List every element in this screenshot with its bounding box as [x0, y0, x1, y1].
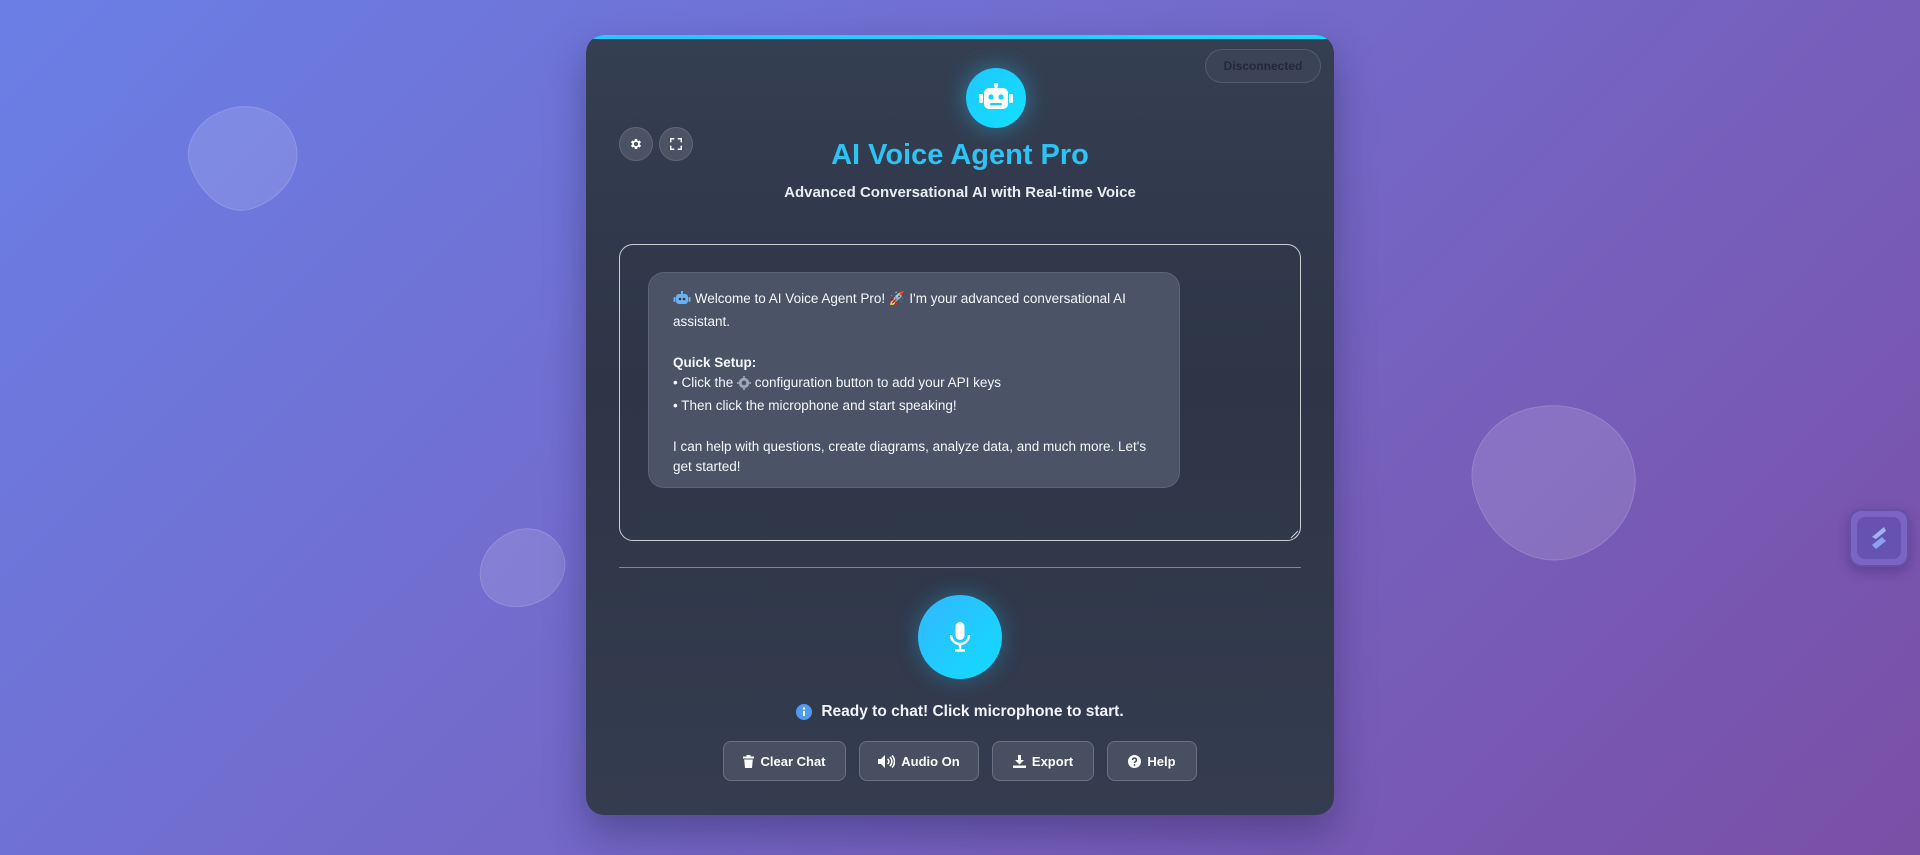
export-label: Export [1031, 753, 1074, 769]
message-intro: Welcome to AI Voice Agent Pro! 🚀 I'm you… [673, 289, 1161, 332]
voice-agent-card: Disconnected AI Voice Agent Pro Advanced… [586, 35, 1334, 815]
extension-logo-icon [1872, 527, 1886, 549]
setup-heading: Quick Setup: [673, 355, 757, 370]
gear-emoji-icon [737, 376, 752, 396]
section-divider [619, 567, 1301, 568]
message-outro: I can help with questions, create diagra… [673, 439, 1147, 474]
app-subtitle: Advanced Conversational AI with Real-tim… [784, 184, 1136, 201]
setup-step-1: • Click the configuration button to add … [673, 373, 1161, 396]
connection-status-badge: Disconnected [1205, 49, 1321, 83]
resize-handle-icon[interactable] [1289, 529, 1299, 539]
status-message-text: Ready to chat! Click microphone to start… [821, 703, 1124, 720]
background-blob [176, 91, 312, 224]
microphone-button[interactable] [918, 595, 1002, 679]
background-blob [467, 517, 577, 619]
chat-window[interactable]: Welcome to AI Voice Agent Pro! 🚀 I'm you… [619, 244, 1301, 541]
audio-toggle-button[interactable]: Audio On [859, 741, 979, 781]
download-icon [1012, 754, 1026, 768]
speaker-icon [878, 754, 896, 768]
help-button[interactable]: Help [1107, 741, 1197, 781]
message-intro-text: Welcome to AI Voice Agent Pro! 🚀 I'm you… [673, 291, 1126, 329]
setup-step-2: • Then click the microphone and start sp… [673, 398, 957, 413]
trash-icon [743, 754, 755, 768]
assistant-message: Welcome to AI Voice Agent Pro! 🚀 I'm you… [648, 272, 1180, 488]
robot-icon [979, 83, 1013, 109]
background-blob [1456, 385, 1654, 579]
app-title: AI Voice Agent Pro [831, 139, 1089, 171]
question-circle-icon [1128, 754, 1142, 768]
microphone-icon [949, 622, 971, 652]
connection-status-text: Disconnected [1223, 59, 1303, 73]
card-accent-bar [586, 35, 1334, 39]
audio-toggle-label: Audio On [901, 753, 960, 769]
help-label: Help [1147, 753, 1176, 769]
clear-chat-button[interactable]: Clear Chat [723, 741, 846, 781]
status-message: Ready to chat! Click microphone to start… [586, 703, 1334, 721]
export-button[interactable]: Export [992, 741, 1094, 781]
robot-emoji-icon [673, 291, 691, 312]
info-icon [796, 704, 813, 720]
clear-chat-label: Clear Chat [760, 753, 826, 769]
robot-avatar [966, 68, 1026, 128]
side-extension-button[interactable] [1849, 509, 1909, 567]
